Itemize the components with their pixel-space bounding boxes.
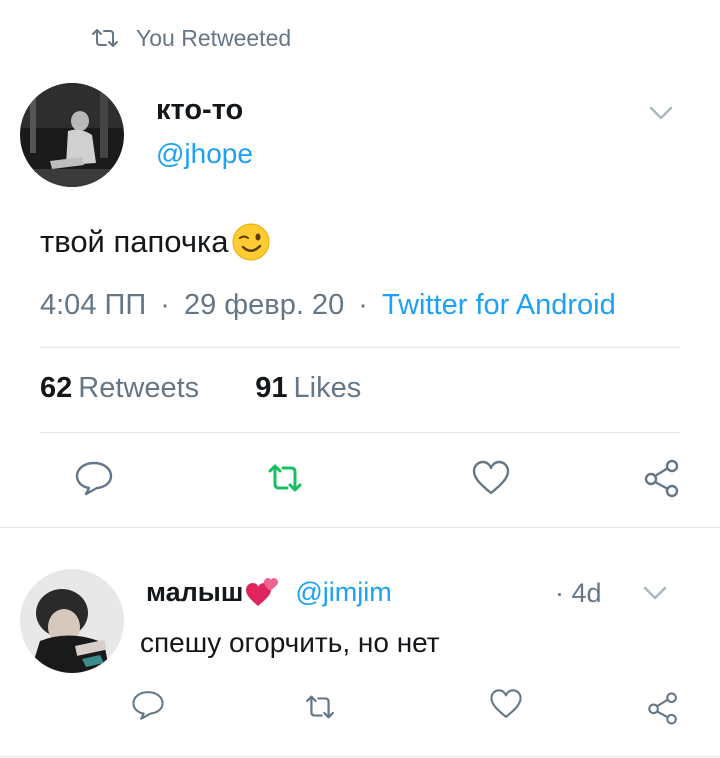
heart-icon [472,460,510,495]
reply-button[interactable] [128,685,168,725]
tweet-source-link[interactable]: Twitter for Android [382,289,616,321]
retweet-icon [92,29,118,47]
meta-separator: · [160,289,170,321]
divider [0,756,720,757]
likes-label: Likes [293,372,362,404]
tweet-date: 29 февр. 20 [183,289,345,321]
meta-separator: · [358,289,368,321]
share-button[interactable] [639,455,685,501]
retweets-count: 62 [40,372,73,404]
retweet-icon [268,464,302,492]
like-button[interactable] [486,684,526,724]
retweets-stat[interactable]: 62 Retweets [40,372,199,404]
winking-face-emoji-icon [232,223,269,261]
reply-header: малыш @jimjim [146,576,392,608]
retweet-button[interactable] [262,455,308,501]
reply-timestamp: · 4d [555,578,602,608]
retweet-button[interactable] [300,687,340,727]
retweets-label: Retweets [78,372,200,404]
tweet-stats: 62 Retweets 91 Likes [40,372,361,405]
tweet-text-content: твой папочка [40,224,229,259]
heart-icon [490,689,522,718]
chevron-down-icon[interactable] [642,584,668,602]
reply-button[interactable] [71,455,117,501]
reply-icon [132,691,164,720]
likes-count: 91 [255,372,288,404]
avatar-image [20,83,124,187]
two-hearts-emoji-icon [246,578,279,606]
display-name[interactable]: кто-то [156,94,243,127]
tweet-text: твой папочка [40,222,271,262]
retweeted-header: You Retweeted [90,24,291,52]
user-handle[interactable]: @jhope [156,138,253,170]
share-button[interactable] [643,688,683,728]
reply-display-name[interactable]: малыш [146,577,243,608]
tweet-meta: 4:04 ПП · 29 февр. 20 · Twitter for Andr… [40,289,616,322]
avatar-image [20,569,124,673]
tweet-time: 4:04 ПП [40,289,147,321]
reply-handle[interactable]: @jimjim [295,577,391,608]
reply-icon [75,461,113,496]
avatar[interactable] [20,83,124,187]
divider [40,432,680,433]
divider [40,347,680,348]
share-icon [644,459,679,498]
share-icon [648,692,677,725]
retweet-icon [306,695,334,719]
chevron-down-icon[interactable] [648,104,674,122]
retweeted-label: You Retweeted [136,24,292,51]
reply-text: спешу огорчить, но нет [140,627,440,658]
likes-stat[interactable]: 91 Likes [255,372,361,404]
avatar[interactable] [20,569,124,673]
like-button[interactable] [468,455,514,501]
divider [0,527,720,528]
